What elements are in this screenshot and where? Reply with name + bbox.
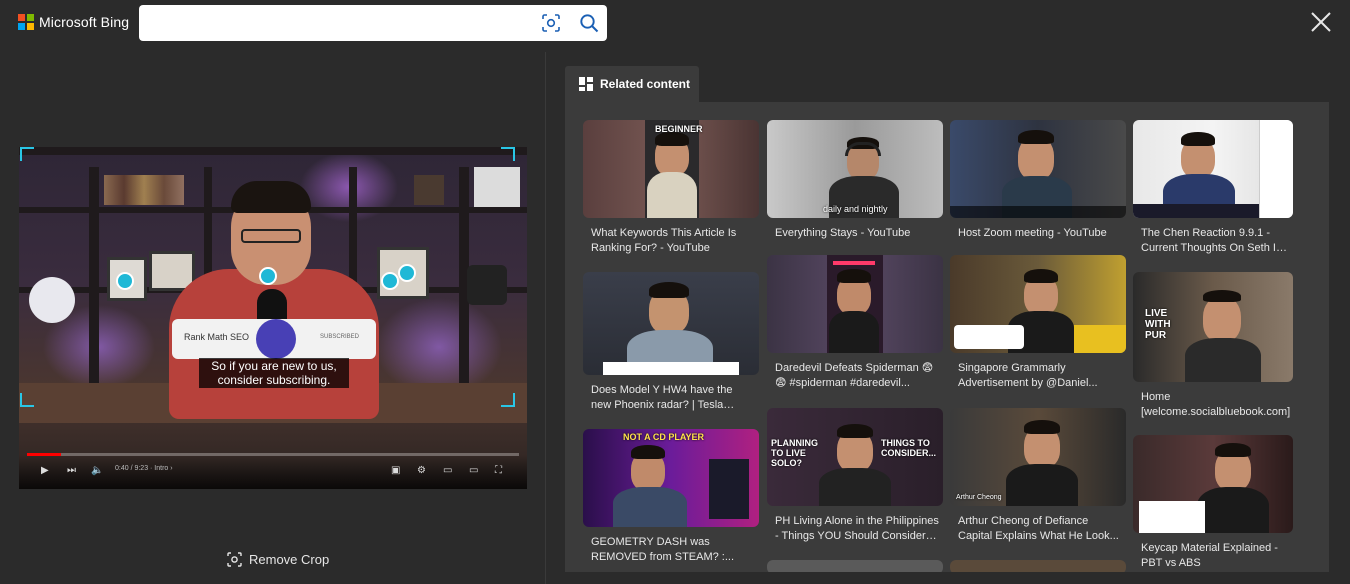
crop-corner-top-right[interactable] [501, 147, 515, 161]
result-thumbnail [950, 255, 1126, 353]
result-thumbnail [767, 255, 943, 353]
result-thumbnail: NOT A CD PLAYER [583, 429, 759, 527]
progress-fill [27, 453, 62, 456]
brand-name: Microsoft Bing [39, 14, 130, 30]
visual-search-hotspot[interactable] [259, 267, 277, 285]
result-title: Does Model Y HW4 have the new Phoenix ra… [591, 384, 733, 411]
result-card[interactable]: LIVE WITH PUR Home [welcome.socialbluebo… [1133, 272, 1309, 432]
crop-corner-bottom-left[interactable] [20, 393, 34, 407]
visual-search-hotspot[interactable] [398, 264, 416, 282]
result-title: Home [welcome.socialbluebook.com] [1141, 391, 1291, 418]
result-title: Arthur Cheong of Defiance Capital Explai… [958, 515, 1119, 542]
result-thumbnail-partial[interactable] [950, 560, 1126, 572]
books [104, 175, 184, 205]
tab-related-content[interactable]: Related content [565, 66, 699, 102]
result-card[interactable]: Does Model Y HW4 have the new Phoenix ra… [583, 272, 759, 414]
camera [467, 265, 507, 305]
related-content-pane: Related content BEGINNER What Keywords T… [547, 52, 1350, 584]
visual-search-hotspot[interactable] [116, 272, 134, 290]
video-time: 0:40 / 9:23 · Intro › [115, 465, 173, 472]
result-thumbnail: daily and nightly [767, 120, 943, 218]
crop-icon [227, 552, 242, 567]
result-thumbnail: PLANNING TO LIVE SOLO? THINGS TO CONSIDE… [767, 408, 943, 506]
close-icon[interactable] [1310, 11, 1332, 33]
result-title: Singapore Grammarly Advertisement by @Da… [958, 362, 1098, 389]
progress-bar[interactable] [27, 453, 519, 456]
person-hair [231, 181, 311, 213]
result-card[interactable]: Host Zoom meeting - YouTube [950, 120, 1126, 262]
result-thumbnail: Arthur Cheong [950, 408, 1126, 506]
result-thumbnail [1133, 120, 1293, 218]
header: Microsoft Bing [0, 0, 1350, 48]
captions-icon[interactable]: ▣ [391, 465, 400, 476]
remove-crop-label: Remove Crop [249, 552, 330, 567]
fullscreen-icon[interactable]: ⛶ [495, 465, 502, 476]
books-right [414, 175, 444, 205]
visual-search-hotspot[interactable] [381, 272, 399, 290]
result-thumbnail [1133, 435, 1293, 533]
overlay-title: Rank Math SEO [184, 332, 250, 342]
result-card[interactable]: Arthur Cheong Arthur Cheong of Defiance … [950, 408, 1126, 550]
bing-logo[interactable]: Microsoft Bing [18, 14, 129, 30]
result-card[interactable]: BEGINNER What Keywords This Article Is R… [583, 120, 759, 262]
result-card[interactable]: NOT A CD PLAYER GEOMETRY DASH was REMOVE… [583, 429, 759, 571]
related-results-grid: BEGINNER What Keywords This Article Is R… [565, 102, 1329, 572]
result-title: What Keywords This Article Is Ranking Fo… [591, 227, 737, 254]
settings-icon[interactable]: ⚙ [417, 465, 426, 476]
subscribe-overlay: Rank Math SEO SUBSCRIBED [172, 319, 376, 359]
framed-logo [474, 167, 520, 207]
result-title: GEOMETRY DASH was REMOVED from STEAM? :.… [591, 536, 735, 563]
cropped-image[interactable]: Rank Math SEO SUBSCRIBED So if you are n… [19, 147, 527, 489]
result-thumbnail: BEGINNER [583, 120, 759, 218]
result-title: Keycap Material Explained - PBT vs ABS [1141, 542, 1278, 569]
result-thumbnail-partial[interactable] [767, 560, 943, 572]
result-thumbnail: LIVE WITH PUR [1133, 272, 1293, 382]
tab-label: Related content [600, 77, 691, 91]
remove-crop-button[interactable]: Remove Crop [227, 552, 329, 567]
result-card[interactable]: The Chen Reaction 9.9.1 - Current Though… [1133, 120, 1309, 262]
crop-corner-top-left[interactable] [20, 147, 34, 161]
result-card[interactable]: PLANNING TO LIVE SOLO? THINGS TO CONSIDE… [767, 408, 943, 550]
image-crop-pane: Rank Math SEO SUBSCRIBED So if you are n… [0, 52, 546, 584]
volume-icon[interactable]: 🔈 [91, 465, 103, 476]
visual-search-icon[interactable] [542, 14, 560, 32]
result-card[interactable]: daily and nightly Everything Stays - You… [767, 120, 943, 262]
video-scene: Rank Math SEO SUBSCRIBED So if you are n… [19, 147, 527, 489]
result-card[interactable]: Daredevil Defeats Spiderman 😨😨 #spiderma… [767, 255, 943, 397]
result-card[interactable]: Keycap Material Explained - PBT vs ABS [1133, 435, 1309, 572]
result-title: Daredevil Defeats Spiderman 😨😨 #spiderma… [775, 362, 934, 389]
result-title: Host Zoom meeting - YouTube [958, 227, 1107, 239]
result-card[interactable]: Singapore Grammarly Advertisement by @Da… [950, 255, 1126, 397]
result-thumbnail [950, 120, 1126, 218]
result-title: Everything Stays - YouTube [775, 227, 911, 239]
crop-corner-bottom-right[interactable] [501, 393, 515, 407]
search-icon[interactable] [579, 13, 599, 33]
search-input[interactable] [151, 13, 531, 33]
grid-icon [579, 77, 593, 91]
video-caption: So if you are new to us, consider subscr… [199, 358, 349, 388]
lamp [29, 277, 75, 323]
rank-math-logo-icon [256, 319, 296, 359]
theater-icon[interactable]: ▭ [469, 465, 478, 476]
play-icon[interactable]: ▶ [41, 465, 49, 476]
glasses [241, 229, 301, 243]
microsoft-logo-icon [18, 14, 34, 30]
miniplayer-icon[interactable]: ▭ [443, 465, 452, 476]
next-icon[interactable]: ⏭ [67, 465, 76, 476]
result-thumbnail [583, 272, 759, 375]
search-box[interactable] [139, 5, 607, 41]
result-title: The Chen Reaction 9.9.1 - Current Though… [1141, 227, 1283, 254]
overlay-subscribed: SUBSCRIBED [320, 334, 360, 340]
result-title: PH Living Alone in the Philippines - Thi… [775, 515, 939, 542]
